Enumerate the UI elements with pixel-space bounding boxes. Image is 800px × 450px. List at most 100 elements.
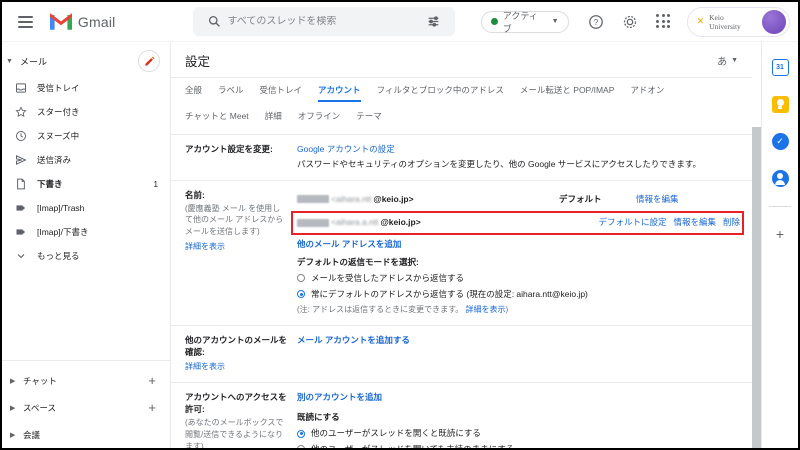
grant-access-label: アカウントへのアクセスを許可:: [185, 392, 287, 414]
section-check-mail: 他のアカウントのメールを確認: 詳細を表示 メール アカウントを追加する: [171, 326, 752, 383]
reply-from-default-option[interactable]: 常にデフォルトのアドレスから返信する (現在の設定: aihara.ntt@ke…: [297, 288, 744, 301]
send-icon: [15, 154, 27, 166]
tab-addons[interactable]: アドオン: [630, 84, 664, 102]
tab-chat-meet[interactable]: チャットと Meet: [185, 110, 249, 126]
search-bar[interactable]: [193, 7, 454, 36]
chevron-down-icon: ▼: [731, 57, 738, 64]
scrollbar[interactable]: [752, 42, 761, 448]
tab-advanced[interactable]: 詳細: [265, 110, 282, 126]
add-chat-icon[interactable]: +: [148, 373, 156, 388]
search-icon[interactable]: [201, 9, 227, 35]
settings-gear-icon[interactable]: [617, 9, 643, 35]
radio-selected-icon: [297, 430, 305, 438]
tasks-icon[interactable]: ✓: [771, 132, 789, 150]
account-badge[interactable]: ✕ Keio University: [687, 7, 790, 37]
companion-rail: 31 ✓ +: [761, 42, 798, 448]
top-bar: Gmail アクティブ ▼ ?: [2, 2, 798, 42]
expand-arrow-icon: ▶: [10, 404, 21, 412]
add-email-address-link[interactable]: 他のメール アドレスを追加: [297, 239, 401, 249]
reply-mode-title: デフォルトの返信モードを選択:: [297, 257, 419, 267]
tab-themes[interactable]: テーマ: [356, 110, 382, 126]
gmail-m-icon: [50, 13, 72, 30]
label-icon: [15, 226, 27, 238]
status-selector[interactable]: アクティブ ▼: [481, 11, 569, 33]
input-tools-selector[interactable]: あ ▼: [717, 53, 738, 68]
sidebar-item-drafts[interactable]: 下書き 1: [2, 172, 170, 196]
set-default-link[interactable]: デフォルトに設定: [598, 216, 666, 229]
tab-accounts[interactable]: アカウント: [318, 84, 361, 102]
tab-general[interactable]: 全般: [185, 84, 202, 102]
sidebar-spacer: [2, 268, 170, 360]
sidebar-item-more[interactable]: もっと見る: [2, 244, 170, 268]
tab-forwarding-pop-imap[interactable]: メール転送と POP/IMAP: [520, 84, 614, 102]
sidebar-mail-label: メール: [20, 55, 138, 68]
sidebar-section-mail[interactable]: ▼ メール: [2, 46, 170, 76]
sidebar-item-chat[interactable]: ▶ チャット +: [2, 367, 170, 394]
tab-filters[interactable]: フィルタとブロック中のアドレス: [377, 84, 504, 102]
radio-unselected-icon: [297, 445, 305, 448]
google-account-settings-link[interactable]: Google アカウントの設定: [297, 144, 395, 154]
radio-selected-icon: [297, 290, 305, 298]
avatar[interactable]: [762, 10, 786, 34]
inbox-icon: [15, 82, 27, 94]
name-sub-desc: (慶應義塾 メール を使用して他のメール アドレスからメールを送信します): [185, 203, 287, 238]
mark-read-on-open-option[interactable]: 他のユーザーがスレッドを開くと既読にする: [297, 427, 744, 440]
get-addons-icon[interactable]: +: [776, 226, 784, 242]
edit-info-link[interactable]: 情報を編集: [636, 194, 679, 204]
settings-panel: 設定 あ ▼ 全般 ラベル 受信トレイ アカウント フィルタとブロック中のアドレ…: [170, 42, 752, 448]
tab-labels[interactable]: ラベル: [218, 84, 244, 102]
keep-icon[interactable]: [771, 95, 789, 113]
sidebar-item-inbox[interactable]: 受信トレイ: [2, 76, 170, 100]
send-as-row-default: <aihara.ntt @keio.jp> デフォルト 情報を編集: [297, 189, 744, 210]
scrollbar-thumb[interactable]: [752, 127, 761, 448]
tab-inbox[interactable]: 受信トレイ: [260, 84, 303, 102]
contacts-icon[interactable]: [771, 169, 789, 187]
help-icon[interactable]: ?: [583, 9, 609, 35]
keep-unread-option[interactable]: 他のユーザーがスレッドを開いても未読のままにする: [297, 443, 744, 448]
collapse-arrow-icon: ▼: [6, 58, 18, 65]
search-options-icon[interactable]: [421, 9, 447, 35]
main-menu-icon[interactable]: [12, 8, 40, 36]
edit-info-link[interactable]: 情報を編集: [673, 216, 716, 229]
redacted-email-prefix: <aihara.ntt: [331, 193, 371, 206]
calendar-icon[interactable]: 31: [771, 58, 789, 76]
mark-read-title: 既読にする: [297, 411, 744, 424]
pencil-icon: [144, 56, 155, 67]
expand-arrow-icon: ▶: [10, 431, 21, 439]
sidebar-item-starred[interactable]: スター付き: [2, 100, 170, 124]
section-account-change: アカウント設定を変更: Google アカウントの設定 パスワードやセキュリティ…: [171, 135, 752, 181]
sidebar-item-spaces[interactable]: ▶ スペース +: [2, 394, 170, 421]
status-label: アクティブ: [503, 9, 547, 35]
redacted-name: [297, 219, 329, 227]
add-another-account-link[interactable]: 別のアカウントを追加: [297, 392, 382, 402]
clock-icon: [15, 130, 27, 142]
compose-button[interactable]: [138, 50, 160, 72]
account-change-desc: パスワードやセキュリティのオプションを変更したり、他の Google サービスに…: [297, 158, 744, 171]
check-mail-details-link[interactable]: 詳細を表示: [185, 361, 225, 373]
name-details-link[interactable]: 詳細を表示: [185, 241, 225, 253]
add-space-icon[interactable]: +: [148, 400, 156, 415]
section-grant-access: アカウントへのアクセスを許可: (あなたのメールボックスで閲覧/送信できるように…: [171, 383, 752, 448]
settings-tabs: 全般 ラベル 受信トレイ アカウント フィルタとブロック中のアドレス メール転送…: [171, 78, 752, 135]
expand-arrow-icon: ▶: [10, 377, 21, 385]
reply-from-received-option[interactable]: メールを受信したアドレスから返信する: [297, 272, 744, 285]
google-apps-grid-icon[interactable]: [651, 9, 677, 35]
chevron-down-icon: ▼: [552, 18, 559, 25]
sidebar-item-sent[interactable]: 送信済み: [2, 148, 170, 172]
delete-link[interactable]: 削除: [723, 216, 740, 229]
gmail-logo: Gmail: [50, 13, 116, 30]
section-name: 名前: (慶應義塾 メール を使用して他のメール アドレスからメールを送信します…: [171, 181, 752, 326]
sidebar-item-snoozed[interactable]: スヌーズ中: [2, 124, 170, 148]
sidebar-item-meet[interactable]: ▶ 会議: [2, 421, 170, 448]
sidebar-item-imap-trash[interactable]: [Imap]/Trash: [2, 196, 170, 220]
draft-icon: [15, 178, 27, 190]
add-mail-account-link[interactable]: メール アカウントを追加する: [297, 335, 410, 345]
default-status: デフォルト: [559, 193, 636, 206]
sidebar-item-imap-drafts[interactable]: [Imap]/下書き: [2, 220, 170, 244]
search-input[interactable]: [227, 16, 420, 27]
page-title: 設定: [185, 51, 210, 70]
email-domain: @keio.jp>: [373, 193, 413, 206]
star-icon: [15, 106, 27, 118]
note-details-link[interactable]: 詳細を表示: [466, 305, 506, 314]
tab-offline[interactable]: オフライン: [298, 110, 341, 126]
